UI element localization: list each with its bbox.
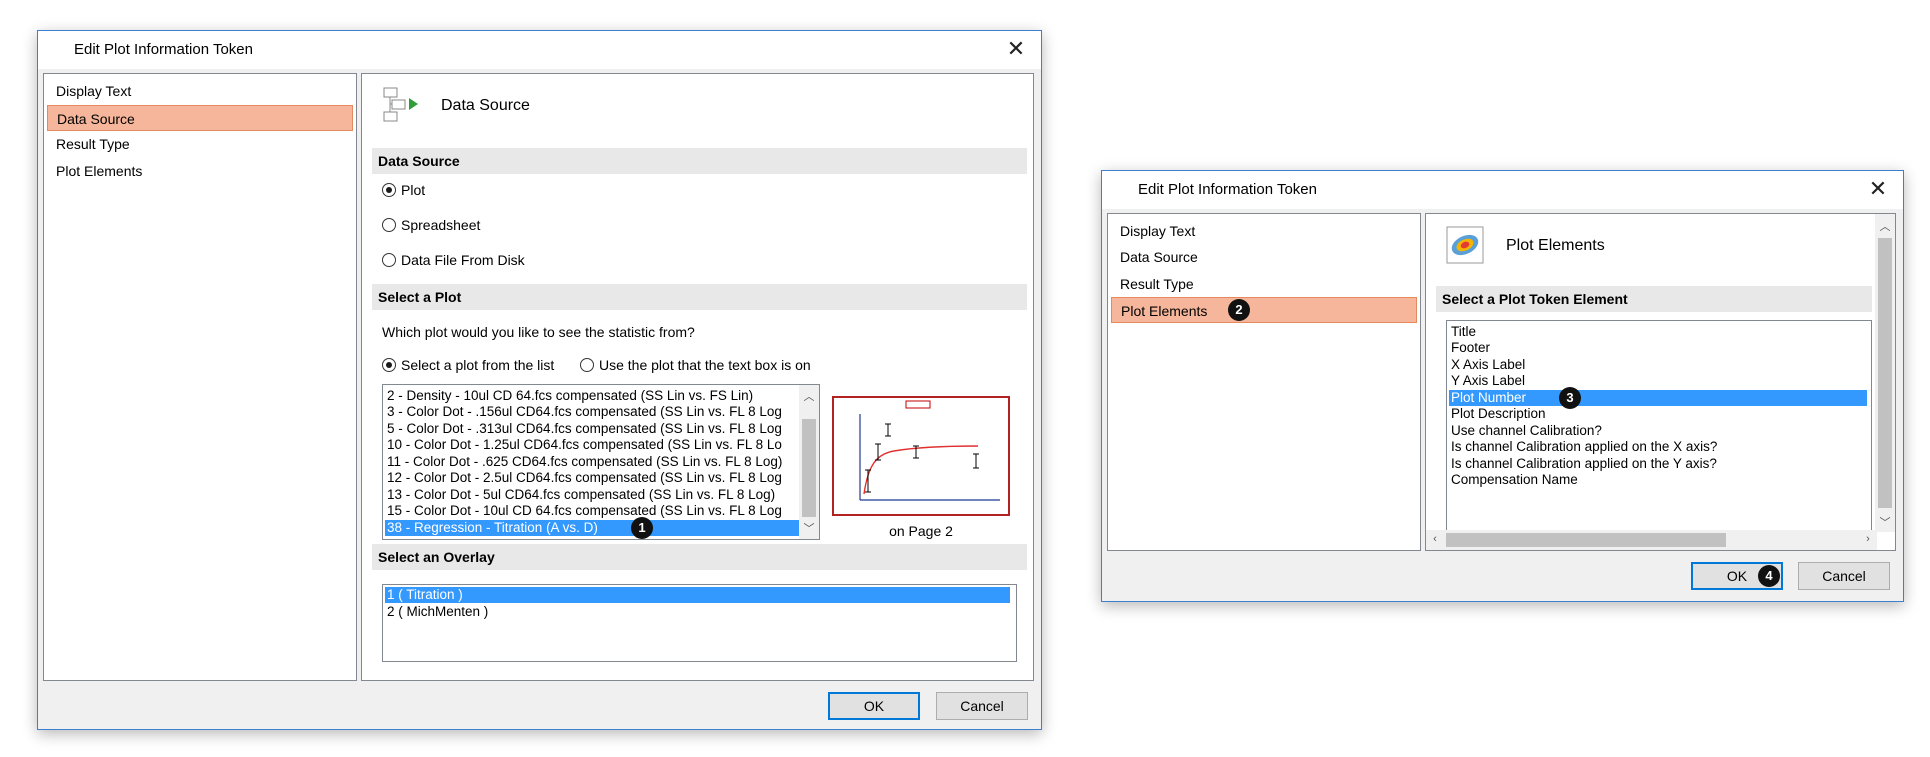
radio-spreadsheet[interactable]: Spreadsheet [382,217,480,233]
plot-elements-icon [1446,226,1484,264]
radio-plot-indicator[interactable] [382,183,396,197]
radio-use-textbox-plot[interactable]: Use the plot that the text box is on [580,357,811,373]
title-bar[interactable]: Edit Plot Information Token ✕ [38,31,1041,69]
list-item[interactable]: 2 - Density - 10ul CD 64.fcs compensated… [385,388,753,404]
scroll-thumb[interactable] [802,419,816,517]
list-item[interactable]: 3 - Color Dot - .156ul CD64.fcs compensa… [385,404,782,420]
panel-vertical-scrollbar[interactable]: ︿ ﹀ [1875,214,1895,532]
list-item[interactable]: 11 - Color Dot - .625 CD64.fcs compensat… [385,454,782,470]
panel-horizontal-scrollbar[interactable]: ‹ › [1426,530,1877,550]
plot-list[interactable]: 2 - Density - 10ul CD 64.fcs compensated… [382,384,820,540]
radio-use-textbox-plot-label: Use the plot that the text box is on [599,357,811,373]
plot-list-scrollbar[interactable]: ︿ ﹀ [799,385,819,539]
header-title: Plot Elements [1506,237,1605,254]
list-item[interactable]: 10 - Color Dot - 1.25ul CD64.fcs compens… [385,437,782,453]
section-data-source: Data Source [372,148,1027,174]
nav-item-result-type[interactable]: Result Type [47,131,353,157]
nav-item-plot-elements[interactable]: Plot Elements [1111,297,1417,323]
list-item-selected[interactable]: 38 - Regression - Titration (A vs. D) [385,520,799,536]
radio-data-file-indicator[interactable] [382,253,396,267]
list-item[interactable]: 13 - Color Dot - 5ul CD64.fcs compensate… [385,487,775,503]
section-select-plot: Select a Plot [372,284,1027,310]
radio-select-from-list[interactable]: Select a plot from the list [382,357,554,373]
close-icon[interactable]: ✕ [1863,175,1893,203]
edit-token-dialog-plot-elements: Edit Plot Information Token ✕ Display Te… [1101,170,1904,602]
radio-use-textbox-plot-indicator[interactable] [580,358,594,372]
chevron-down-icon[interactable]: ﹀ [799,520,819,536]
token-element-list[interactable]: Title Footer X Axis Label Y Axis Label P… [1446,320,1872,532]
scroll-thumb[interactable] [1878,238,1892,508]
callout-badge-1: 1 [631,517,653,539]
radio-data-file[interactable]: Data File From Disk [382,252,525,268]
list-item[interactable]: Title [1449,324,1476,340]
chevron-left-icon[interactable]: ‹ [1428,533,1442,545]
plot-preview-thumbnail [832,396,1010,516]
content-panel: Plot Elements Select a Plot Token Elemen… [1425,213,1896,551]
callout-badge-2: 2 [1228,299,1250,321]
list-item[interactable]: Plot Description [1449,406,1546,422]
section-select-token: Select a Plot Token Element [1436,286,1872,312]
list-item-selected[interactable]: 1 ( Titration ) [385,587,1010,603]
list-item[interactable]: Compensation Name [1449,472,1578,488]
list-item[interactable]: 5 - Color Dot - .313ul CD64.fcs compensa… [385,421,782,437]
category-list: Display Text Data Source Result Type Plo… [43,73,357,681]
close-icon[interactable]: ✕ [1001,35,1031,63]
edit-token-dialog-data-source: Edit Plot Information Token ✕ Display Te… [37,30,1042,730]
plot-question: Which plot would you like to see the sta… [382,324,695,340]
section-select-overlay: Select an Overlay [372,544,1027,570]
chevron-down-icon[interactable]: ﹀ [1875,514,1895,530]
nav-item-data-source[interactable]: Data Source [1111,244,1417,270]
chevron-up-icon[interactable]: ︿ [1875,218,1895,234]
scroll-thumb[interactable] [1446,533,1726,547]
cancel-button[interactable]: Cancel [1798,562,1890,590]
nav-item-data-source[interactable]: Data Source [47,105,353,131]
chevron-right-icon[interactable]: › [1861,533,1875,545]
radio-spreadsheet-indicator[interactable] [382,218,396,232]
data-source-icon [383,87,418,122]
dialog-title: Edit Plot Information Token [1138,181,1317,198]
callout-badge-4: 4 [1758,565,1780,587]
list-item[interactable]: Is channel Calibration applied on the Y … [1449,456,1717,472]
radio-select-from-list-label: Select a plot from the list [401,357,555,373]
overlay-list[interactable]: 1 ( Titration ) 2 ( MichMenten ) [382,584,1017,662]
list-item[interactable]: X Axis Label [1449,357,1525,373]
nav-item-plot-elements[interactable]: Plot Elements [47,158,353,184]
nav-item-display-text[interactable]: Display Text [47,78,353,104]
list-item[interactable]: Footer [1449,340,1490,356]
list-item[interactable]: 15 - Color Dot - 10ul CD 64.fcs compensa… [385,503,782,519]
list-item[interactable]: Is channel Calibration applied on the X … [1449,439,1717,455]
radio-plot-label: Plot [401,182,426,198]
content-panel: Data Source Data Source Plot Spreadsheet… [361,73,1034,681]
list-item[interactable]: Y Axis Label [1449,373,1525,389]
callout-badge-3: 3 [1559,387,1581,409]
list-item-selected[interactable]: Plot Number [1449,390,1867,406]
radio-spreadsheet-label: Spreadsheet [401,217,481,233]
list-item[interactable]: 12 - Color Dot - 2.5ul CD64.fcs compensa… [385,470,782,486]
chevron-up-icon[interactable]: ︿ [799,388,819,404]
radio-select-from-list-indicator[interactable] [382,358,396,372]
nav-item-display-text[interactable]: Display Text [1111,218,1417,244]
dialog-title: Edit Plot Information Token [74,41,253,58]
list-item[interactable]: 2 ( MichMenten ) [385,604,488,620]
list-item[interactable]: Use channel Calibration? [1449,423,1602,439]
radio-data-file-label: Data File From Disk [401,252,525,268]
preview-caption: on Page 2 [889,523,953,539]
radio-plot[interactable]: Plot [382,182,425,198]
ok-button[interactable]: OK [828,692,920,720]
cancel-button[interactable]: Cancel [936,692,1028,720]
nav-item-result-type[interactable]: Result Type [1111,271,1417,297]
category-list: Display Text Data Source Result Type Plo… [1107,213,1421,551]
title-bar[interactable]: Edit Plot Information Token ✕ [1102,171,1903,209]
header-title: Data Source [441,97,530,114]
